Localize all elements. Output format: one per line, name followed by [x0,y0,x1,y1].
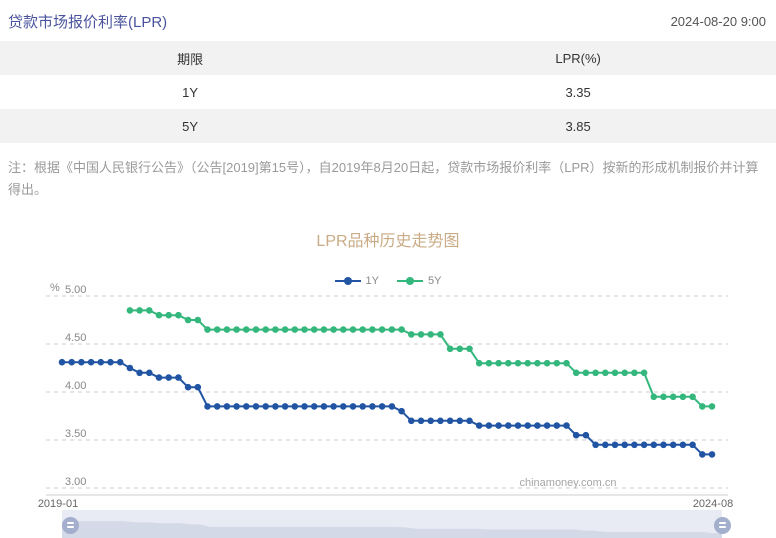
rate-cell: 3.85 [565,118,591,134]
slider-left-handle[interactable] [62,516,79,534]
column-header-term: 期限 [177,51,204,67]
page-title: 贷款市场报价利率(LPR) [8,14,168,31]
x-axis-label-end: 2024-08 [693,498,733,510]
slider-right-handle[interactable] [713,516,731,534]
chart-title: LPR品种历史走势图 [316,233,460,250]
header-datetime: 2024-08-20 9:00 [670,14,766,29]
y-tick-label: 3.00 [65,476,86,488]
watermark: chinamoney.com.cn [519,477,616,489]
legend-label: 5Y [428,275,442,287]
y-tick-label: 4.50 [65,332,86,344]
table-header-row: 期限 LPR(%) [0,41,776,75]
y-tick-label: 4.00 [65,380,86,392]
legend-item-5y[interactable]: 5Y [397,275,441,287]
y-tick-label: 3.50 [65,428,86,440]
legend-marker-icon [334,277,361,285]
table-row: 1Y 3.35 [0,75,776,109]
column-header-lpr: LPR(%) [555,50,601,66]
legend-item-1y[interactable]: 1Y [334,275,379,287]
data-zoom-slider[interactable] [62,510,731,538]
lpr-history-chart: 5.004.504.003.503.00%2019-01 2024-08china… [38,282,733,510]
table-row: 5Y 3.85 [0,109,776,143]
term-cell: 1Y [182,84,199,100]
note-text: 注：根据《中国人民银行公告》（公告[2019]第15号），自2019年8月20日… [8,160,759,197]
rate-cell: 3.35 [565,84,591,100]
legend-label: 1Y [365,275,379,287]
x-axis-label-start: 2019-01 [38,498,78,510]
chart-legend: 1Y 5Y [0,274,776,288]
lpr-table: 期限 LPR(%) 1Y 3.35 5Y 3.85 [0,41,776,143]
page-header: 贷款市场报价利率(LPR) 2024-08-20 9:00 [0,0,776,41]
term-cell: 5Y [182,118,199,134]
legend-marker-icon [397,277,423,285]
